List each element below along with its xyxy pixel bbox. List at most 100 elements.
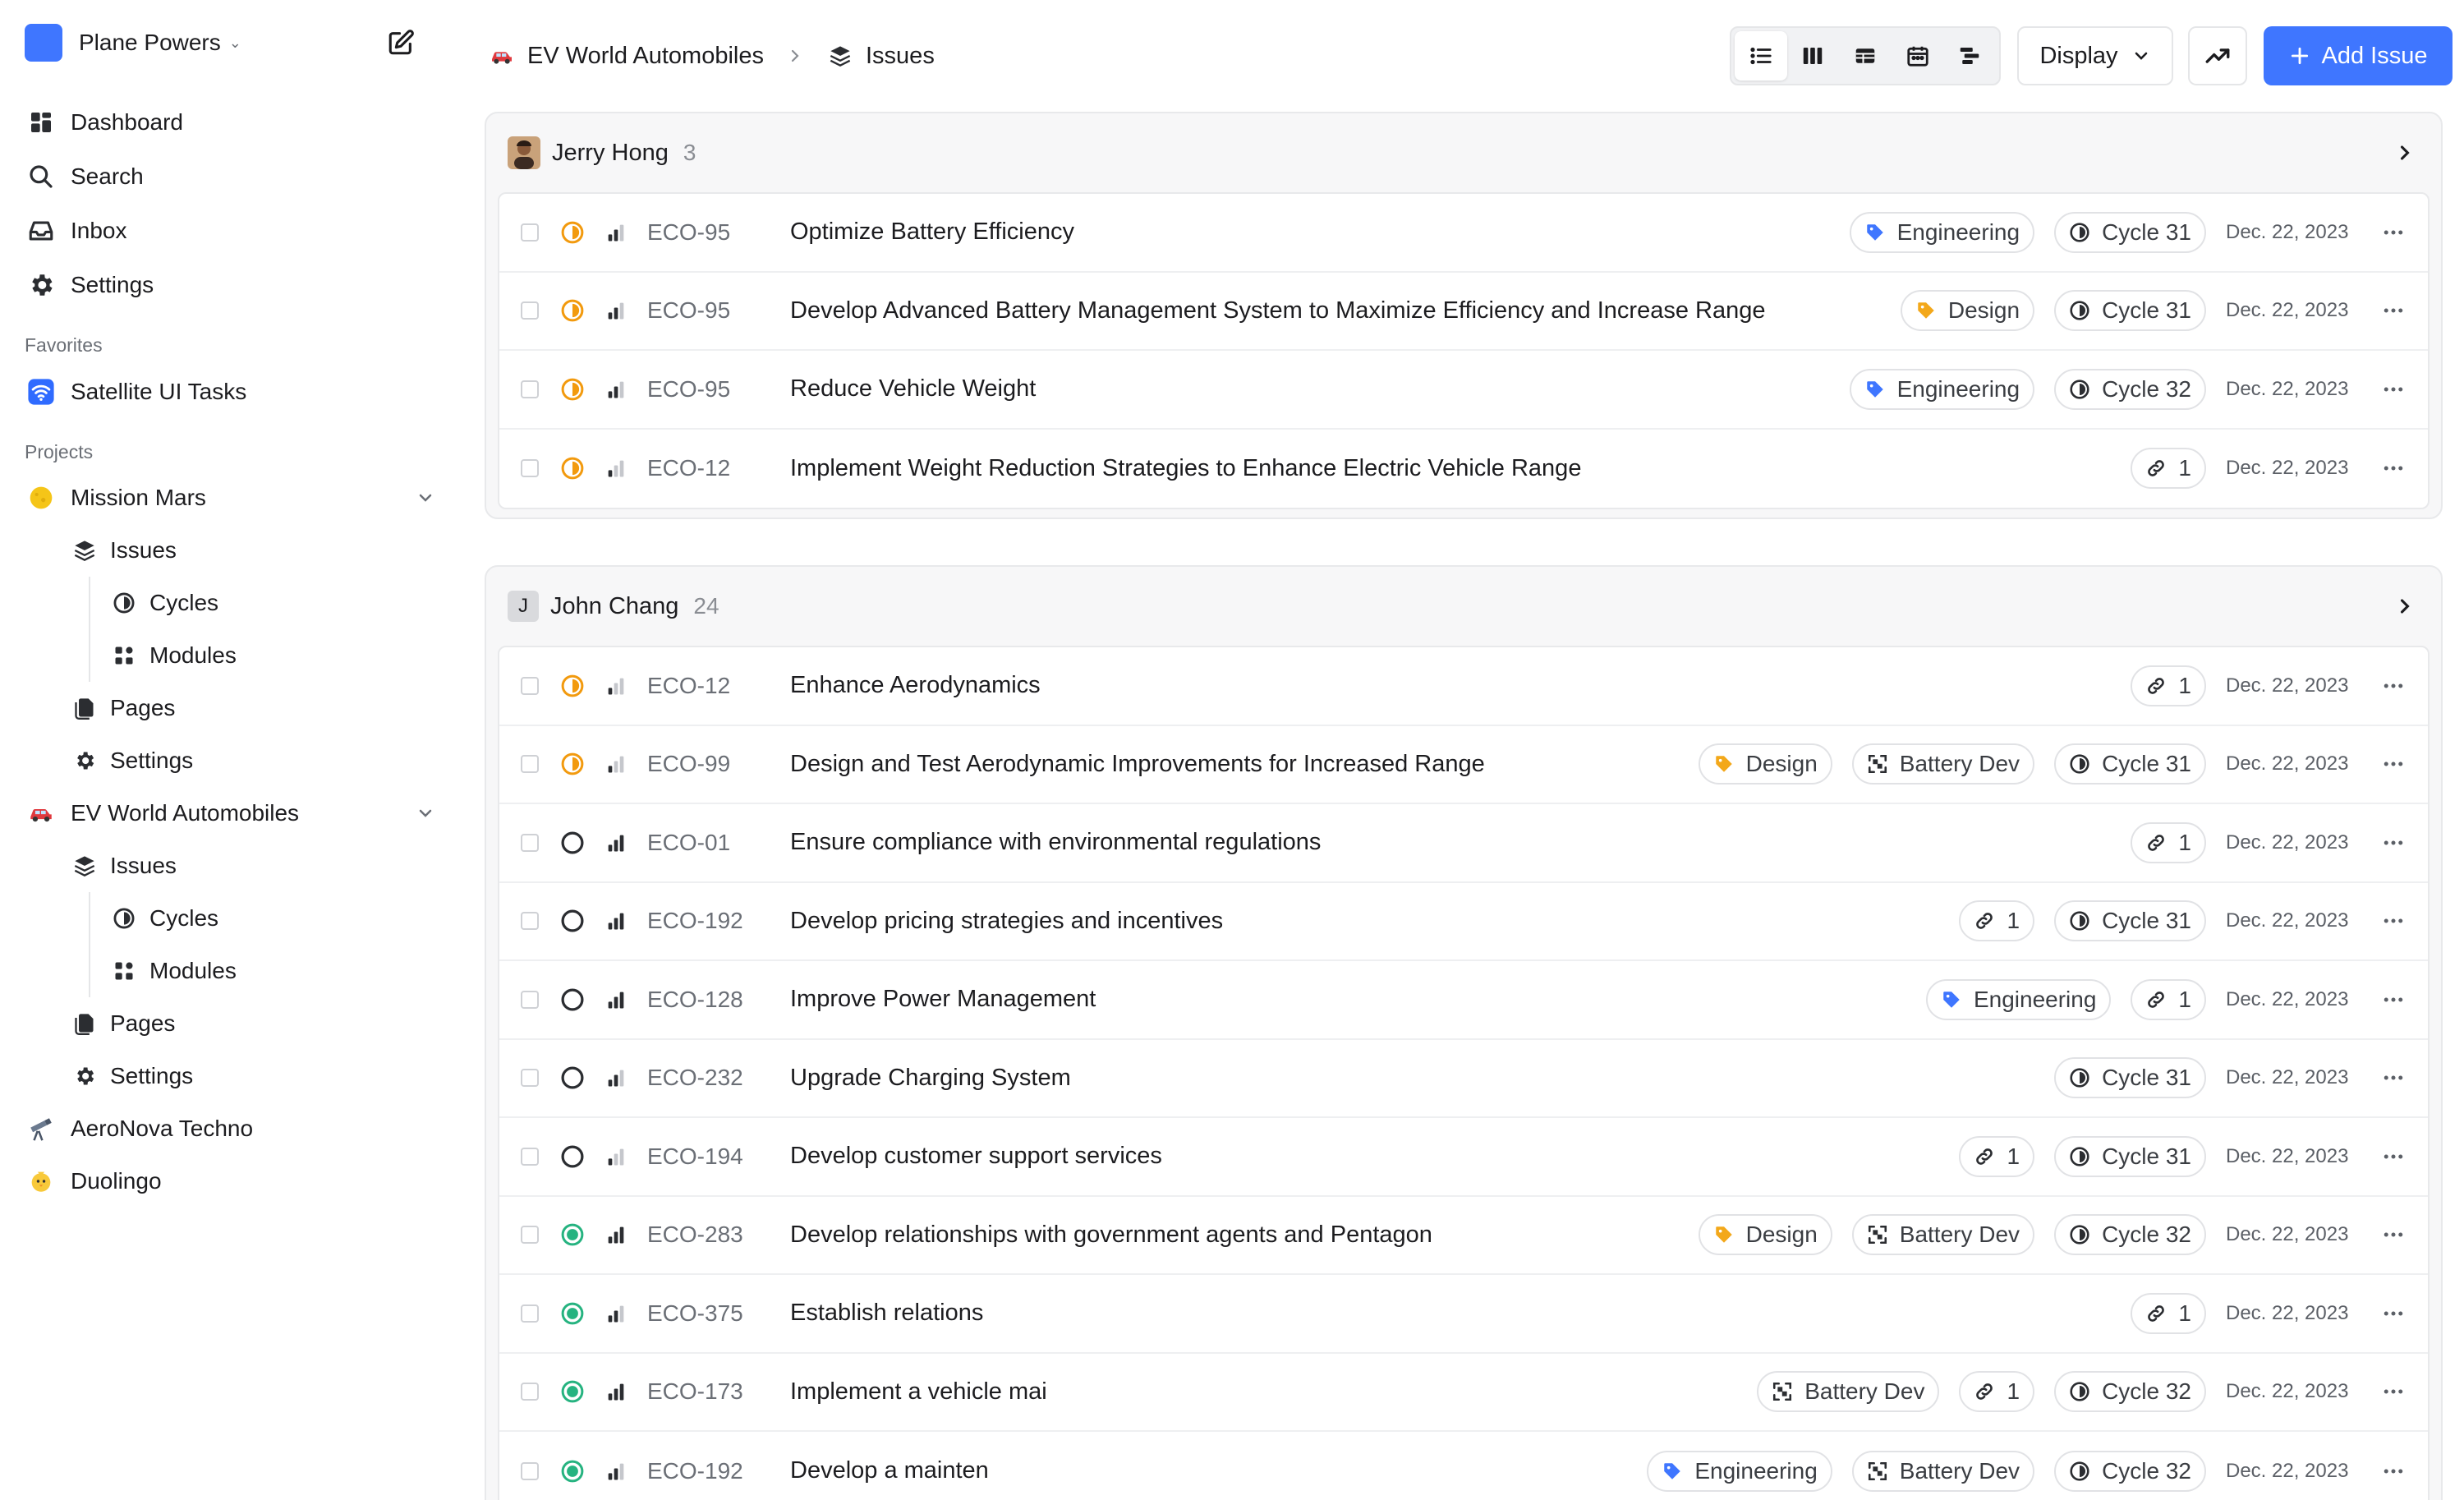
module-pill[interactable]: Battery Dev (1851, 1214, 2035, 1256)
issue-title[interactable]: Establish relations (790, 1300, 983, 1327)
state-done-icon[interactable] (560, 1379, 585, 1404)
state-todo-icon[interactable] (560, 909, 585, 933)
more-options-icon[interactable] (2370, 1453, 2416, 1489)
add-issue-button[interactable]: Add Issue (2264, 26, 2453, 85)
link-pill[interactable]: 1 (2131, 1292, 2206, 1334)
issue-title[interactable]: Develop relationships with government ag… (790, 1222, 1432, 1249)
project-duolingo[interactable]: Duolingo (25, 1155, 435, 1208)
priority-high-icon[interactable] (605, 221, 627, 244)
label-pill[interactable]: Engineering (1925, 978, 2112, 1020)
favorite-satellite-ui-tasks[interactable]: Satellite UI Tasks (25, 365, 435, 419)
issue-title[interactable]: Ensure compliance with environmental reg… (790, 829, 1321, 856)
issue-row[interactable]: ECO-192 Develop a mainten Engineering Batte… (499, 1432, 2428, 1500)
cycle-pill[interactable]: Cycle 31 (2054, 1135, 2206, 1177)
display-dropdown[interactable]: Display (2017, 26, 2173, 85)
group-header[interactable]: Jerry Hong 3 (486, 113, 2441, 192)
issue-row[interactable]: ECO-128 Improve Power Management Engineeri… (499, 961, 2428, 1040)
issue-title[interactable]: Develop pricing strategies and incentive… (790, 908, 1223, 935)
row-checkbox[interactable] (521, 380, 539, 398)
module-pill[interactable]: Battery Dev (1851, 1450, 2035, 1492)
ev-world-settings[interactable]: Settings (25, 1050, 435, 1102)
state-done-icon[interactable] (560, 1222, 585, 1247)
state-in-progress-icon[interactable] (560, 220, 585, 245)
issue-row[interactable]: ECO-173 Implement a vehicle mai Battery De… (499, 1354, 2428, 1432)
mission-mars-settings[interactable]: Settings (25, 734, 435, 787)
more-options-icon[interactable] (2370, 292, 2416, 329)
priority-high-icon[interactable] (605, 299, 627, 322)
mission-mars-issues[interactable]: Issues (25, 524, 435, 577)
row-checkbox[interactable] (521, 301, 539, 320)
issue-row[interactable]: ECO-375 Establish relations 1 Dec. 22, 2023 (499, 1275, 2428, 1354)
priority-medium-icon[interactable] (605, 1302, 627, 1325)
issue-row[interactable]: ECO-99 Design and Test Aerodynamic Improv… (499, 726, 2428, 804)
link-pill[interactable]: 1 (1959, 900, 2035, 942)
issue-row[interactable]: ECO-192 Develop pricing strategies and in… (499, 883, 2428, 961)
label-pill[interactable]: Design (1698, 1214, 1832, 1256)
row-checkbox[interactable] (521, 1383, 539, 1401)
state-todo-icon[interactable] (560, 831, 585, 855)
state-in-progress-icon[interactable] (560, 456, 585, 481)
priority-low-icon[interactable] (605, 1145, 627, 1168)
issue-title[interactable]: Optimize Battery Efficiency (790, 219, 1074, 246)
cycle-pill[interactable]: Cycle 31 (2054, 211, 2206, 253)
cycle-pill[interactable]: Cycle 31 (2054, 900, 2206, 942)
module-pill[interactable]: Battery Dev (1757, 1371, 1940, 1413)
nav-settings[interactable]: Settings (25, 258, 435, 312)
calendar-layout-icon[interactable] (1892, 31, 1944, 81)
issue-title[interactable]: Implement a vehicle mai (790, 1378, 1047, 1406)
nav-inbox[interactable]: Inbox (25, 204, 435, 258)
more-options-icon[interactable] (2370, 982, 2416, 1018)
ev-world-cycles[interactable]: Cycles (25, 892, 435, 945)
ev-world-issues[interactable]: Issues (25, 840, 435, 892)
priority-medium-icon[interactable] (605, 1066, 627, 1089)
more-options-icon[interactable] (2370, 746, 2416, 782)
cycle-pill[interactable]: Cycle 31 (2054, 290, 2206, 332)
compose-icon[interactable] (383, 25, 419, 61)
cycle-pill[interactable]: Cycle 32 (2054, 368, 2206, 410)
priority-low-icon[interactable] (605, 674, 627, 697)
cycle-pill[interactable]: Cycle 31 (2054, 1057, 2206, 1099)
issue-title[interactable]: Improve Power Management (790, 986, 1096, 1013)
group-header[interactable]: J John Chang 24 (486, 567, 2441, 646)
gantt-layout-icon[interactable] (1943, 31, 1996, 81)
label-pill[interactable]: Design (1698, 743, 1832, 785)
spreadsheet-layout-icon[interactable] (1839, 31, 1892, 81)
more-options-icon[interactable] (2370, 903, 2416, 939)
more-options-icon[interactable] (2370, 668, 2416, 704)
link-pill[interactable]: 1 (1959, 1371, 2035, 1413)
cycle-pill[interactable]: Cycle 32 (2054, 1214, 2206, 1256)
row-checkbox[interactable] (521, 755, 539, 774)
priority-high-icon[interactable] (605, 378, 627, 401)
more-options-icon[interactable] (2370, 371, 2416, 407)
state-todo-icon[interactable] (560, 987, 585, 1012)
link-pill[interactable]: 1 (1959, 1135, 2035, 1177)
more-options-icon[interactable] (2370, 214, 2416, 251)
priority-urgent-icon[interactable] (605, 1223, 627, 1246)
project-aeronova-techno[interactable]: AeroNova Techno (25, 1102, 435, 1155)
list-layout-icon[interactable] (1735, 31, 1787, 81)
link-pill[interactable]: 1 (2131, 821, 2206, 863)
chevron-right-icon[interactable] (2393, 595, 2416, 618)
mission-mars-modules[interactable]: Modules (25, 629, 435, 682)
issue-row[interactable]: ECO-95 Develop Advanced Battery Managemen… (499, 273, 2428, 351)
label-pill[interactable]: Engineering (1647, 1450, 1832, 1492)
priority-urgent-icon[interactable] (605, 831, 627, 854)
row-checkbox[interactable] (521, 1304, 539, 1323)
mission-mars-pages[interactable]: Pages (25, 682, 435, 734)
issue-title[interactable]: Develop a mainten (790, 1457, 989, 1484)
mission-mars-cycles[interactable]: Cycles (25, 577, 435, 629)
row-checkbox[interactable] (521, 1226, 539, 1245)
row-checkbox[interactable] (521, 912, 539, 931)
module-pill[interactable]: Battery Dev (1851, 743, 2035, 785)
issue-row[interactable]: ECO-95 Reduce Vehicle Weight Engineering Cy… (499, 351, 2428, 430)
state-in-progress-icon[interactable] (560, 752, 585, 776)
state-todo-icon[interactable] (560, 1144, 585, 1169)
state-in-progress-icon[interactable] (560, 298, 585, 323)
state-done-icon[interactable] (560, 1459, 585, 1484)
chevron-down-icon[interactable] (416, 803, 435, 823)
row-checkbox[interactable] (521, 1461, 539, 1480)
workspace-switcher[interactable]: Plane Powers ⌄ (25, 21, 435, 64)
priority-low-icon[interactable] (605, 457, 627, 480)
priority-urgent-icon[interactable] (605, 988, 627, 1011)
nav-search[interactable]: Search (25, 150, 435, 204)
